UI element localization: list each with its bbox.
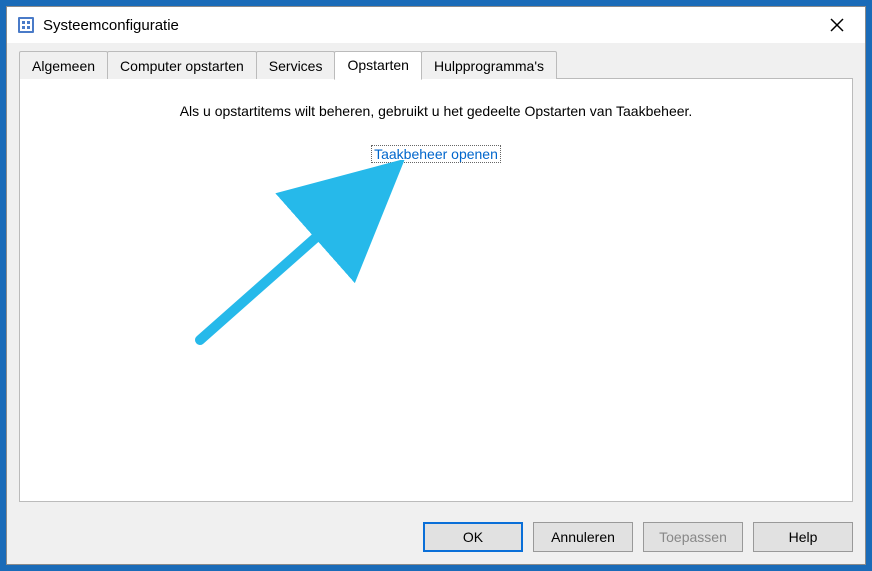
title-bar: Systeemconfiguratie [7, 7, 865, 43]
tab-services[interactable]: Services [256, 51, 336, 79]
ok-button[interactable]: OK [423, 522, 523, 552]
window-title: Systeemconfiguratie [43, 17, 179, 34]
close-button[interactable] [817, 10, 857, 40]
tab-algemeen[interactable]: Algemeen [19, 51, 108, 79]
help-button[interactable]: Help [753, 522, 853, 552]
tab-panel-opstarten: Als u opstartitems wilt beheren, gebruik… [19, 78, 853, 502]
startup-info-text: Als u opstartitems wilt beheren, gebruik… [20, 103, 852, 119]
tab-hulpprogrammas[interactable]: Hulpprogramma's [421, 51, 557, 79]
window-frame: Systeemconfiguratie Algemeen Computer op… [6, 6, 866, 565]
button-row: OK Annuleren Toepassen Help [423, 522, 853, 552]
msconfig-icon [17, 16, 35, 34]
title-left: Systeemconfiguratie [17, 16, 179, 34]
cancel-button[interactable]: Annuleren [533, 522, 633, 552]
tab-opstarten[interactable]: Opstarten [334, 51, 421, 80]
tab-computer-opstarten[interactable]: Computer opstarten [107, 51, 257, 79]
tab-container: Algemeen Computer opstarten Services Ops… [19, 51, 853, 502]
close-icon [830, 18, 844, 32]
content-area: Algemeen Computer opstarten Services Ops… [7, 43, 865, 564]
open-task-manager-link[interactable]: Taakbeheer openen [371, 145, 501, 163]
apply-button[interactable]: Toepassen [643, 522, 743, 552]
tab-strip: Algemeen Computer opstarten Services Ops… [19, 51, 853, 79]
